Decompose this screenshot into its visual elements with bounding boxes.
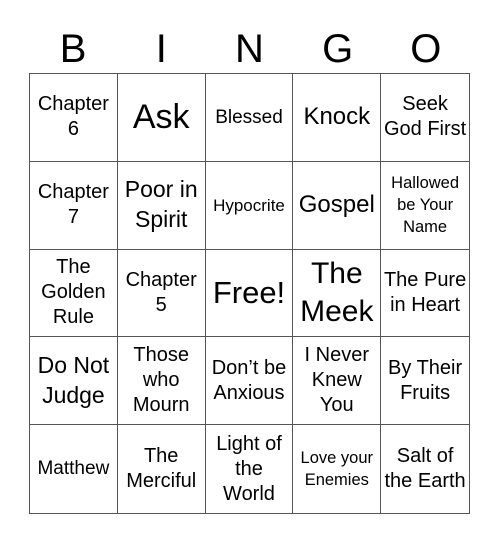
bingo-cell[interactable]: Poor in Spirit [117,161,206,250]
bingo-cell[interactable]: Light of the World [206,425,294,513]
bingo-cell[interactable]: Blessed [205,74,294,162]
bingo-cell[interactable]: Hypocrite [205,161,294,250]
header-letter-g: G [322,27,354,71]
bingo-cell[interactable]: Hallowed be Your Name [381,162,469,250]
header-letter-o: O [410,27,442,71]
bingo-cell[interactable]: Chapter 7 [30,161,118,250]
bingo-cell[interactable]: Matthew [30,425,118,513]
bingo-cell[interactable]: Salt of the Earth [381,425,469,513]
bingo-cell[interactable]: I Never Knew You [293,337,382,426]
bingo-cell[interactable]: The Merciful [118,425,206,513]
bingo-cell[interactable]: Do Not Judge [30,337,118,426]
bingo-cell[interactable]: By Their Fruits [381,337,469,426]
bingo-card-grid: Chapter 6 Ask Blessed Knock Seek God Fir… [29,73,470,514]
bingo-cell[interactable]: Ask [117,74,206,162]
bingo-cell[interactable]: Those who Mourn [117,337,206,426]
bingo-cell[interactable]: The Meek [293,249,382,338]
header-letter-i: I [155,27,167,71]
bingo-cell[interactable]: Knock [293,74,382,162]
bingo-cell[interactable]: Gospel [293,161,382,250]
bingo-cell[interactable]: Chapter 6 [30,74,118,162]
bingo-cell[interactable]: Seek God First [381,74,469,162]
bingo-cell[interactable]: The Pure in Heart [381,250,469,338]
bingo-cell[interactable]: Love your Enemies [293,425,382,513]
bingo-cell[interactable]: Don’t be Anxious [205,337,294,426]
bingo-header: B I N G O [29,24,470,74]
header-letter-n: N [235,27,264,71]
free-space-cell[interactable]: Free! [205,249,294,338]
header-letter-b: B [59,27,87,71]
bingo-cell[interactable]: The Golden Rule [30,249,118,338]
bingo-cell[interactable]: Chapter 5 [117,249,206,338]
